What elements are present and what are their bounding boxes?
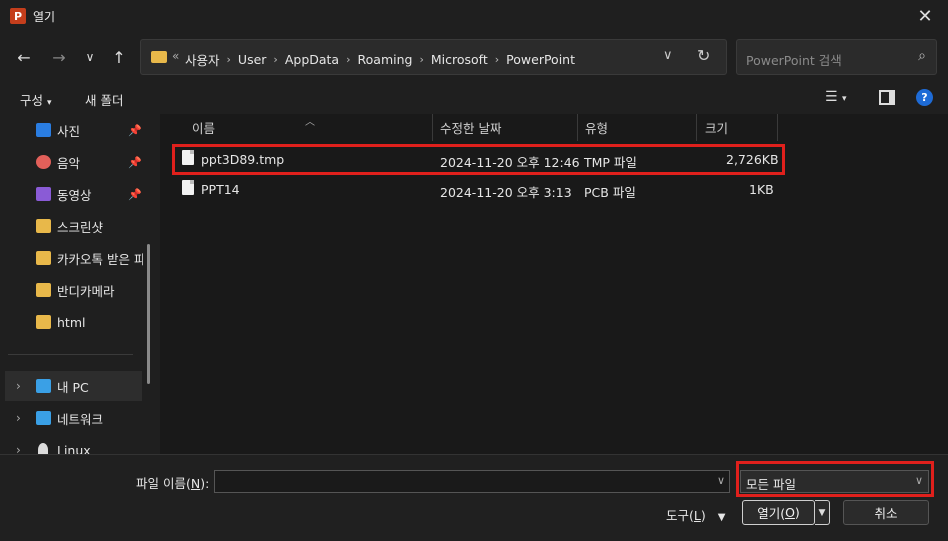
sidebar-item-music[interactable]: 음악 📌 bbox=[0, 147, 145, 177]
expand-chevron-icon[interactable]: › bbox=[16, 379, 21, 393]
sidebar-item-this-pc[interactable]: › 내 PC bbox=[5, 371, 142, 401]
sidebar-item-label: 네트워크 bbox=[57, 411, 104, 427]
folder-icon bbox=[36, 315, 51, 329]
network-icon bbox=[36, 411, 51, 425]
breadcrumb-item[interactable]: PowerPoint bbox=[506, 52, 575, 67]
tools-menu-button[interactable]: 도구(L) ▼ bbox=[666, 505, 725, 524]
preview-pane-icon[interactable] bbox=[879, 90, 895, 105]
title-bar: P 열기 ✕ bbox=[0, 0, 948, 32]
search-box[interactable]: PowerPoint 검색 ⌕ bbox=[736, 39, 937, 75]
breadcrumb: 사용자 › User › AppData › Roaming › Microsoft › … bbox=[185, 50, 576, 69]
breadcrumb-item[interactable]: AppData bbox=[285, 52, 339, 67]
chevron-down-icon[interactable]: ∨ bbox=[717, 474, 725, 487]
address-bar[interactable]: « 사용자 › User › AppData › Roaming › Microsoft… bbox=[140, 39, 727, 75]
file-icon bbox=[182, 180, 194, 195]
cancel-button[interactable]: 취소 bbox=[843, 500, 929, 525]
sidebar-item-html[interactable]: html bbox=[0, 307, 145, 337]
overflow-chevron-icon[interactable]: « bbox=[172, 49, 179, 63]
column-header-name[interactable]: 이름 ︿ bbox=[160, 114, 433, 141]
filename-input[interactable]: ∨ bbox=[214, 470, 730, 493]
folder-icon bbox=[36, 251, 51, 265]
recent-locations-chevron-icon[interactable]: ∨ bbox=[78, 45, 102, 69]
breadcrumb-item[interactable]: Roaming bbox=[358, 52, 413, 67]
organize-button[interactable]: 구성 ▾ bbox=[20, 90, 52, 109]
column-header-size[interactable]: 크기 bbox=[697, 114, 778, 141]
expand-chevron-icon[interactable]: › bbox=[16, 443, 21, 454]
view-options-icon[interactable]: ☰ ▾ bbox=[825, 89, 847, 105]
close-button[interactable]: ✕ bbox=[902, 0, 948, 32]
sidebar-scrollbar[interactable] bbox=[147, 244, 150, 384]
address-dropdown-icon[interactable]: ∨ bbox=[663, 48, 673, 63]
file-type: PCB 파일 bbox=[584, 185, 636, 200]
annotation-highlight-filetype bbox=[736, 461, 934, 497]
sidebar-item-label: html bbox=[57, 314, 86, 330]
sidebar-item-network[interactable]: › 네트워크 bbox=[0, 403, 145, 433]
search-icon: ⌕ bbox=[918, 48, 926, 64]
help-icon[interactable]: ? bbox=[916, 89, 933, 106]
file-row[interactable]: PPT14 2024-11-20 오후 3:13 PCB 파일 1KB bbox=[172, 175, 782, 203]
file-name: PPT14 bbox=[201, 182, 240, 197]
sidebar-item-screenshots[interactable]: 스크린샷 bbox=[0, 211, 145, 241]
column-header-label: 이름 bbox=[192, 121, 216, 136]
sidebar-divider bbox=[8, 354, 133, 355]
expand-chevron-icon[interactable]: › bbox=[16, 411, 21, 425]
column-header-type[interactable]: 유형 bbox=[578, 114, 697, 141]
pin-icon: 📌 bbox=[128, 123, 142, 137]
back-arrow-icon[interactable]: ← bbox=[12, 45, 36, 69]
up-arrow-icon[interactable]: ↑ bbox=[107, 45, 131, 69]
sidebar-item-videos[interactable]: 동영상 📌 bbox=[0, 179, 145, 209]
folder-icon bbox=[36, 219, 51, 233]
sidebar-item-label: 카카오톡 받은 파일 bbox=[57, 251, 143, 267]
annotation-highlight-file bbox=[172, 144, 785, 175]
command-bar: 구성 ▾ 새 폴더 ☰ ▾ bbox=[0, 82, 948, 114]
open-button[interactable]: 열기(O) bbox=[742, 500, 815, 525]
folder-icon bbox=[151, 51, 167, 63]
navigation-pane: 사진 📌 음악 📌 동영상 📌 스크린샷 카카오톡 받은 파일 반디카메라 ht… bbox=[0, 114, 158, 454]
search-placeholder: PowerPoint 검색 bbox=[746, 53, 842, 68]
folder-icon bbox=[36, 283, 51, 297]
photos-icon bbox=[36, 123, 51, 137]
linux-icon bbox=[38, 443, 48, 454]
sidebar-item-label: 스크린샷 bbox=[57, 219, 104, 235]
sidebar-item-label: 반디카메라 bbox=[57, 283, 115, 299]
refresh-icon[interactable]: ↻ bbox=[697, 46, 710, 65]
column-header-label: 수정한 날짜 bbox=[440, 121, 502, 136]
pc-icon bbox=[36, 379, 51, 393]
pin-icon: 📌 bbox=[128, 187, 142, 201]
sort-up-icon: ︿ bbox=[305, 117, 315, 128]
file-modified: 2024-11-20 오후 3:13 bbox=[440, 185, 572, 200]
video-icon bbox=[36, 187, 51, 201]
sidebar-item-label: Linux bbox=[57, 442, 91, 455]
sidebar-item-linux[interactable]: › Linux bbox=[0, 435, 145, 454]
new-folder-button[interactable]: 새 폴더 bbox=[85, 90, 123, 109]
column-header-label: 크기 bbox=[705, 121, 729, 136]
forward-arrow-icon[interactable]: → bbox=[47, 45, 71, 69]
sidebar-item-kakaotalk[interactable]: 카카오톡 받은 파일 bbox=[0, 243, 145, 273]
column-header-label: 유형 bbox=[585, 121, 609, 136]
filename-label: 파일 이름(N): bbox=[136, 476, 210, 491]
navigation-bar: ← → ∨ ↑ « 사용자 › User › AppData › Roaming › M… bbox=[0, 32, 948, 82]
window-title: 열기 bbox=[33, 10, 56, 24]
breadcrumb-item[interactable]: Microsoft bbox=[431, 52, 488, 67]
sidebar-item-bandicam[interactable]: 반디카메라 bbox=[0, 275, 145, 305]
breadcrumb-item[interactable]: User bbox=[238, 52, 267, 67]
sidebar-item-photos[interactable]: 사진 📌 bbox=[0, 115, 145, 145]
file-size: 1KB bbox=[749, 182, 774, 197]
column-header-modified[interactable]: 수정한 날짜 bbox=[433, 114, 578, 141]
powerpoint-app-icon: P bbox=[10, 8, 26, 24]
sidebar-item-label: 내 PC bbox=[57, 379, 89, 395]
music-icon bbox=[36, 155, 51, 169]
open-options-dropdown[interactable]: ▼ bbox=[815, 500, 830, 525]
breadcrumb-item[interactable]: 사용자 bbox=[185, 50, 220, 69]
pin-icon: 📌 bbox=[128, 155, 142, 169]
